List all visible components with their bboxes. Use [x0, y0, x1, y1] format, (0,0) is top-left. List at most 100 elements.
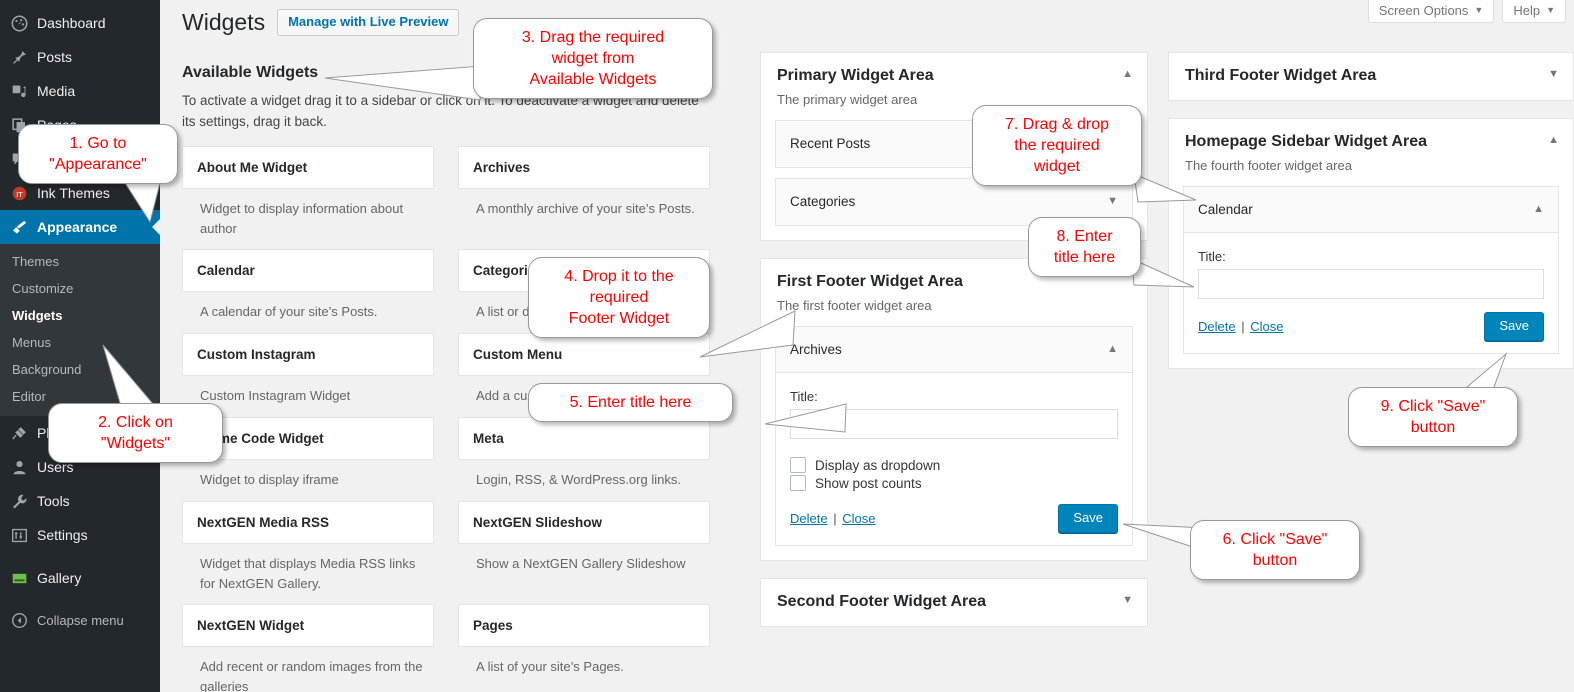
save-button[interactable]: Save: [1058, 504, 1118, 533]
close-link[interactable]: Close: [1250, 319, 1283, 334]
checkbox-label: Display as dropdown: [815, 457, 941, 473]
users-icon: [11, 459, 37, 476]
available-widget-description: Widget to display information about auth…: [200, 201, 404, 236]
available-widget-description: Add recent or random images from the gal…: [200, 659, 423, 692]
available-widget-cell: Custom Instagram Custom Instagram Widget: [182, 333, 434, 417]
ink-themes-icon: IT: [11, 185, 37, 202]
settings-sliders-icon: [11, 527, 37, 544]
sidebar-item-settings[interactable]: Settings: [0, 518, 160, 552]
widget-action-links: Delete | Close: [1198, 319, 1284, 334]
sidebar-item-gallery[interactable]: Gallery: [0, 561, 160, 595]
page-title: Widgets: [182, 9, 266, 35]
sidebar-item-label: Posts: [37, 49, 73, 65]
available-widget-description: Widget that displays Media RSS links for…: [200, 556, 416, 591]
available-widget-cell: NextGEN Slideshow Show a NextGEN Gallery …: [458, 501, 710, 604]
close-link[interactable]: Close: [842, 511, 875, 526]
available-widget-description: A list of your site’s Pages.: [476, 659, 624, 674]
chevron-up-icon[interactable]: ▲: [1107, 344, 1118, 355]
homepage-sidebar-area-body: Calendar ▲ Title: Delete | Close Save: [1169, 173, 1573, 368]
available-widget-cell: Meta Login, RSS, & WordPress.org links.: [458, 417, 710, 501]
available-widget-meta[interactable]: Meta: [458, 417, 710, 460]
sidebar-item-label: Settings: [37, 527, 88, 543]
chevron-up-icon[interactable]: ▲: [1122, 69, 1133, 80]
available-widget-cell: Archives A monthly archive of your site’s…: [458, 146, 710, 249]
widget-actions: Delete | Close Save: [790, 504, 1118, 533]
widget-action-links: Delete | Close: [790, 511, 876, 526]
show-post-counts-row[interactable]: Show post counts: [790, 475, 1118, 491]
available-widget-nextgen-slideshow[interactable]: NextGEN Slideshow: [458, 501, 710, 544]
submenu-item-themes[interactable]: Themes: [0, 248, 160, 275]
area-subtitle: The fourth footer widget area: [1185, 158, 1352, 173]
plugins-plug-icon: [11, 425, 37, 442]
available-widget-cell: Calendar A calendar of your site’s Posts.: [182, 249, 434, 333]
widget-header[interactable]: Calendar ▲: [1184, 187, 1558, 233]
available-widget-archives[interactable]: Archives: [458, 146, 710, 189]
dashboard-icon: [11, 15, 37, 32]
menu-separator: [0, 552, 160, 561]
chevron-up-icon[interactable]: ▲: [1548, 135, 1559, 146]
available-widget-nextgen-media-rss[interactable]: NextGEN Media RSS: [182, 501, 434, 544]
available-widget-custom-menu[interactable]: Custom Menu: [458, 333, 710, 376]
callout-9: 9. Click "Save" button: [1348, 387, 1518, 447]
available-widget-cell: Pages A list of your site’s Pages.: [458, 604, 710, 692]
second-footer-widget-area-panel[interactable]: Second Footer Widget Area ▼: [760, 578, 1148, 627]
callout-8: 8. Enter title here: [1028, 217, 1141, 277]
submenu-item-customize[interactable]: Customize: [0, 275, 160, 302]
save-button[interactable]: Save: [1484, 312, 1544, 341]
page-header: Widgets Manage with Live Preview: [182, 8, 460, 37]
manage-with-live-preview-button[interactable]: Manage with Live Preview: [277, 9, 460, 36]
widget-settings-form: Title: Delete | Close Save: [1184, 233, 1558, 353]
chevron-down-icon[interactable]: ▼: [1548, 69, 1559, 80]
available-widget-cell: About Me Widget Widget to display informa…: [182, 146, 434, 249]
show-post-counts-checkbox[interactable]: [790, 475, 806, 491]
sidebar-item-label: Media: [37, 83, 76, 99]
widget-header[interactable]: Archives ▲: [776, 327, 1132, 373]
sidebar-item-label: Appearance: [37, 219, 118, 235]
callout-3: 3. Drag the required widget from Available…: [473, 18, 713, 99]
submenu-item-widgets[interactable]: Widgets: [0, 302, 160, 329]
calendar-title-input[interactable]: [1198, 269, 1544, 299]
sidebar-item-tools[interactable]: Tools: [0, 484, 160, 518]
chevron-up-icon[interactable]: ▲: [1533, 204, 1544, 215]
callout-2: 2. Click on "Widgets": [48, 403, 223, 463]
callout-tail-5: [764, 403, 847, 433]
sidebar-widget-calendar: Calendar ▲ Title: Delete | Close Save: [1183, 186, 1559, 354]
available-widget-description: Show a NextGEN Gallery Slideshow: [476, 556, 686, 571]
delete-link[interactable]: Delete: [1198, 319, 1236, 334]
homepage-sidebar-area-header[interactable]: Homepage Sidebar Widget Area The fourth …: [1169, 119, 1573, 173]
chevron-down-icon[interactable]: ▼: [1122, 595, 1133, 606]
title-field-label: Title:: [1198, 249, 1226, 264]
sidebar-item-posts[interactable]: Posts: [0, 40, 160, 74]
third-footer-area-header[interactable]: Third Footer Widget Area ▼: [1169, 53, 1573, 100]
area-subtitle: The first footer widget area: [777, 298, 932, 313]
svg-text:IT: IT: [16, 189, 23, 198]
callout-6: 6. Click "Save" button: [1190, 520, 1360, 580]
widget-name: Calendar: [1198, 202, 1253, 217]
collapse-menu-button[interactable]: Collapse menu: [0, 603, 160, 637]
available-widget-description: Widget to display iframe: [200, 472, 339, 487]
available-widget-description: A calendar of your site’s Posts.: [200, 304, 378, 319]
callout-5: 5. Enter title here: [528, 383, 733, 422]
callout-4: 4. Drop it to the required Footer Widget: [528, 257, 710, 338]
second-footer-area-header[interactable]: Second Footer Widget Area ▼: [761, 579, 1147, 626]
media-icon: [11, 83, 37, 100]
available-widget-pages[interactable]: Pages: [458, 604, 710, 647]
display-as-dropdown-row[interactable]: Display as dropdown: [790, 457, 1118, 473]
display-as-dropdown-checkbox[interactable]: [790, 457, 806, 473]
available-widget-nextgen-widget[interactable]: NextGEN Widget: [182, 604, 434, 647]
available-widget-calendar[interactable]: Calendar: [182, 249, 434, 292]
third-footer-widget-area-panel[interactable]: Third Footer Widget Area ▼: [1168, 52, 1574, 101]
primary-widget-area-header[interactable]: Primary Widget Area The primary widget a…: [761, 53, 1147, 107]
sidebar-item-label: Ink Themes: [37, 185, 110, 201]
gallery-icon: [11, 570, 37, 587]
callout-1: 1. Go to "Appearance": [18, 124, 178, 184]
chevron-down-icon[interactable]: ▼: [1107, 196, 1118, 207]
sidebar-item-media[interactable]: Media: [0, 74, 160, 108]
delete-link[interactable]: Delete: [790, 511, 828, 526]
available-widget-custom-instagram[interactable]: Custom Instagram: [182, 333, 434, 376]
available-widget-cell: NextGEN Media RSS Widget that displays Me…: [182, 501, 434, 604]
sidebar-item-dashboard[interactable]: Dashboard: [0, 6, 160, 40]
area-title: Third Footer Widget Area: [1185, 67, 1377, 84]
available-widgets-heading: Available Widgets: [182, 64, 319, 81]
available-widget-about-me-widget[interactable]: About Me Widget: [182, 146, 434, 189]
